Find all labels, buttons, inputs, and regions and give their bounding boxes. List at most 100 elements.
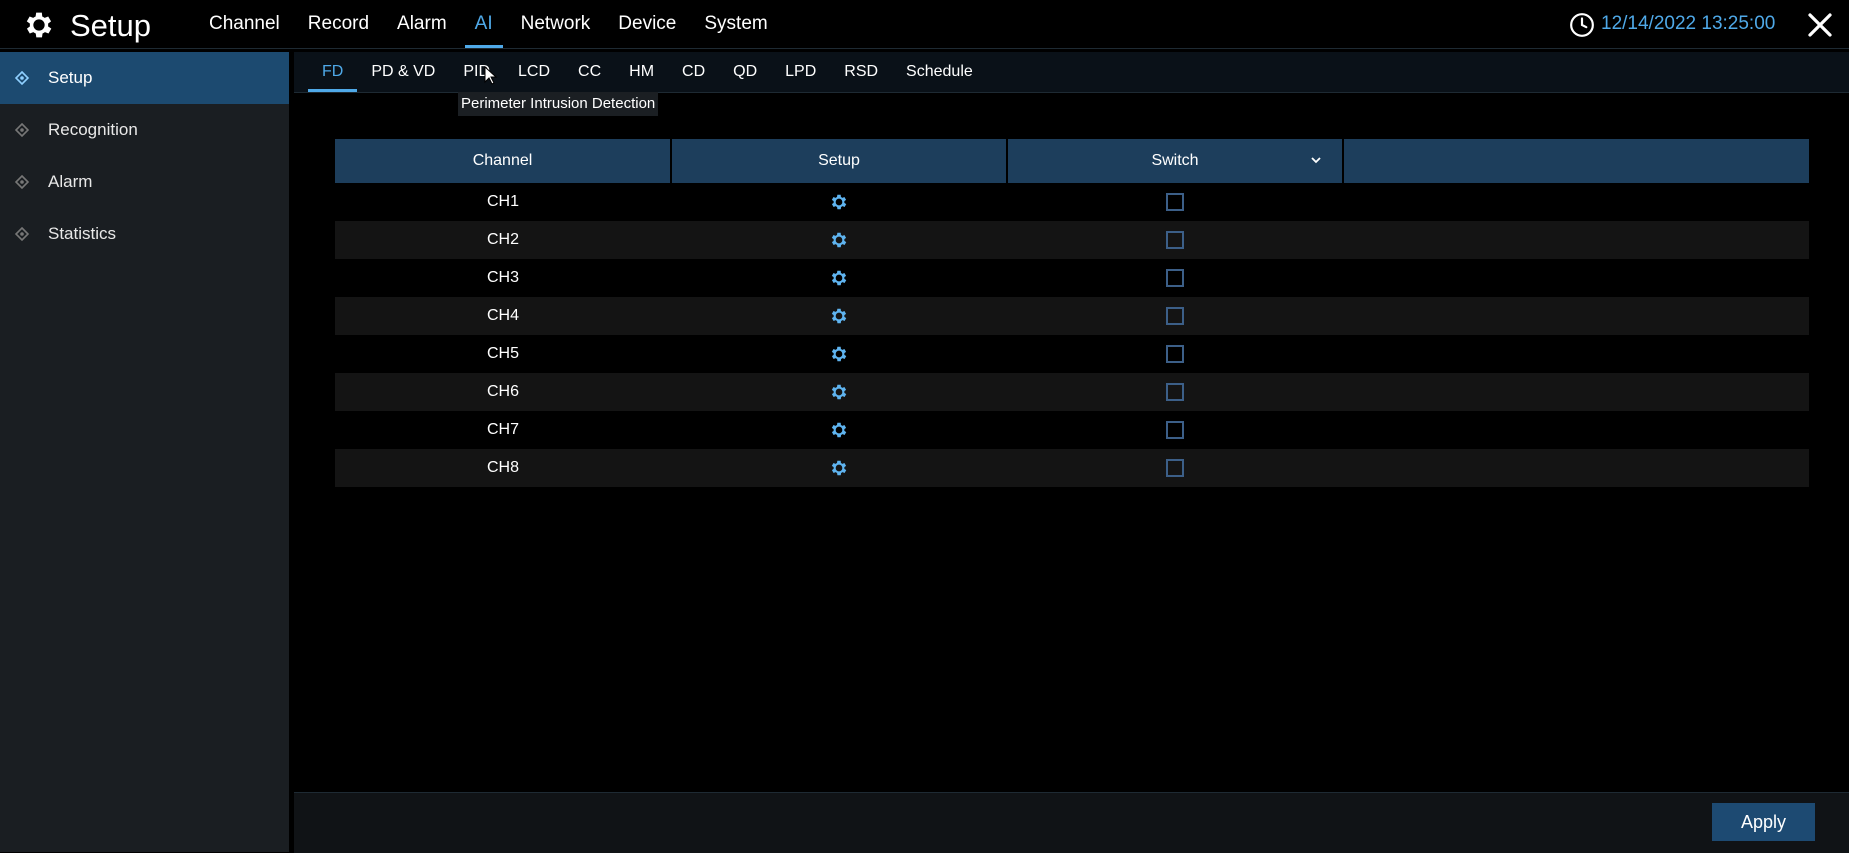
setup-cell: [671, 411, 1007, 449]
top-bar: Setup Channel Record Alarm AI Network De…: [0, 0, 1849, 49]
empty-cell: [1343, 221, 1809, 259]
switch-cell: [1007, 259, 1343, 297]
nav-alarm[interactable]: Alarm: [383, 0, 461, 48]
sub-tab-bar: FD PD & VD PID LCD CC HM CD QD LPD RSD S…: [294, 52, 1849, 93]
settings-gear-icon[interactable]: [829, 230, 849, 250]
empty-cell: [1343, 297, 1809, 335]
setup-cell: [671, 297, 1007, 335]
empty-cell: [1343, 335, 1809, 373]
setup-cell: [671, 373, 1007, 411]
tab-pd-vd[interactable]: PD & VD: [357, 52, 449, 92]
sidebar-item-label: Setup: [48, 68, 93, 87]
table-row: CH8: [335, 449, 1809, 487]
table-row: CH5: [335, 335, 1809, 373]
empty-cell: [1343, 449, 1809, 487]
sidebar-item-label: Statistics: [48, 224, 117, 243]
table-row: CH7: [335, 411, 1809, 449]
table-row: CH1: [335, 183, 1809, 221]
switch-checkbox[interactable]: [1166, 382, 1184, 401]
tab-schedule[interactable]: Schedule: [892, 52, 987, 92]
page-title: Setup: [70, 8, 152, 43]
channel-cell: CH2: [335, 221, 671, 259]
tab-lpd[interactable]: LPD: [771, 52, 830, 92]
nav-channel[interactable]: Channel: [195, 0, 294, 48]
chevron-down-icon[interactable]: [1310, 154, 1322, 166]
nav-system[interactable]: System: [690, 0, 781, 48]
column-header-channel: Channel: [335, 139, 672, 183]
channel-cell: CH1: [486, 193, 519, 210]
settings-gear-icon[interactable]: [829, 344, 849, 364]
channel-table: Channel Setup Switch CH1 CH2 CH3 CH4 CH5 CH6 C…: [335, 139, 1809, 487]
column-header-switch-label: Switch: [1151, 152, 1199, 169]
tab-rsd[interactable]: RSD: [830, 52, 892, 92]
tab-cc[interactable]: CC: [564, 52, 615, 92]
table-header-row: Channel Setup Switch: [335, 139, 1809, 183]
tab-fd[interactable]: FD: [308, 52, 358, 92]
switch-cell: [1007, 373, 1343, 411]
main-nav: Channel Record Alarm AI Network Device S…: [195, 0, 782, 48]
bottom-bar: Apply: [294, 792, 1849, 853]
nav-record[interactable]: Record: [294, 0, 383, 48]
nav-device[interactable]: Device: [604, 0, 690, 48]
setup-cell: [671, 335, 1007, 373]
sidebar-item-statistics[interactable]: Statistics: [0, 208, 289, 260]
sidebar-item-setup[interactable]: Setup: [0, 52, 289, 104]
tooltip: Perimeter Intrusion Detection: [458, 92, 659, 116]
switch-cell: [1007, 221, 1343, 259]
channel-cell: CH6: [335, 373, 671, 411]
setup-cell: [671, 449, 1007, 487]
tab-lcd[interactable]: LCD: [504, 52, 564, 92]
switch-cell: [1007, 335, 1343, 373]
switch-cell: [1007, 297, 1343, 335]
sidebar-item-label: Alarm: [48, 172, 93, 191]
close-icon[interactable]: [1805, 10, 1835, 40]
table-row: CH6: [335, 373, 1809, 411]
settings-gear-icon[interactable]: [829, 306, 849, 326]
tab-hm[interactable]: HM: [615, 52, 668, 92]
switch-checkbox[interactable]: [1166, 268, 1184, 287]
channel-cell: CH3: [486, 269, 519, 286]
nav-ai[interactable]: AI: [461, 0, 507, 48]
nav-network[interactable]: Network: [507, 0, 605, 48]
sidebar-item-alarm[interactable]: Alarm: [0, 156, 289, 208]
switch-checkbox[interactable]: [1166, 230, 1184, 249]
diamond-bullet-icon: [15, 175, 29, 189]
diamond-bullet-icon: [15, 71, 29, 85]
column-header-empty: [1343, 139, 1809, 183]
diamond-bullet-icon: [15, 123, 29, 137]
column-header-setup: Setup: [671, 139, 1008, 183]
tab-cd[interactable]: CD: [668, 52, 719, 92]
switch-cell: [1007, 183, 1343, 221]
settings-gear-icon[interactable]: [829, 268, 849, 288]
gear-icon: [26, 12, 52, 38]
settings-gear-icon[interactable]: [829, 192, 849, 212]
empty-cell: [1343, 259, 1809, 297]
switch-checkbox[interactable]: [1166, 192, 1184, 211]
mouse-cursor-icon: [484, 66, 498, 85]
main-panel: FD PD & VD PID LCD CC HM CD QD LPD RSD S…: [294, 52, 1849, 853]
switch-checkbox[interactable]: [1166, 306, 1184, 325]
channel-cell: CH5: [486, 345, 519, 362]
settings-gear-icon[interactable]: [829, 420, 849, 440]
setup-cell: [671, 221, 1007, 259]
tab-qd[interactable]: QD: [719, 52, 771, 92]
switch-cell: [1007, 449, 1343, 487]
settings-gear-icon[interactable]: [829, 382, 849, 402]
switch-checkbox[interactable]: [1166, 420, 1184, 439]
sidebar-item-label: Recognition: [48, 120, 138, 139]
setup-cell: [671, 259, 1007, 297]
empty-cell: [1343, 373, 1809, 411]
switch-checkbox[interactable]: [1166, 344, 1184, 363]
sidebar-item-recognition[interactable]: Recognition: [0, 104, 289, 156]
datetime: 12/14/2022 13:25:00: [1601, 13, 1776, 34]
empty-cell: [1343, 411, 1809, 449]
settings-gear-icon[interactable]: [829, 458, 849, 478]
table-row: CH3: [335, 259, 1809, 297]
channel-cell: CH8: [335, 449, 671, 487]
channel-cell: CH4: [335, 297, 671, 335]
column-header-switch[interactable]: Switch: [1007, 139, 1344, 183]
table-row: CH4: [335, 297, 1809, 335]
clock-icon: [1570, 13, 1594, 37]
switch-checkbox[interactable]: [1166, 458, 1184, 477]
apply-button[interactable]: Apply: [1712, 803, 1815, 841]
